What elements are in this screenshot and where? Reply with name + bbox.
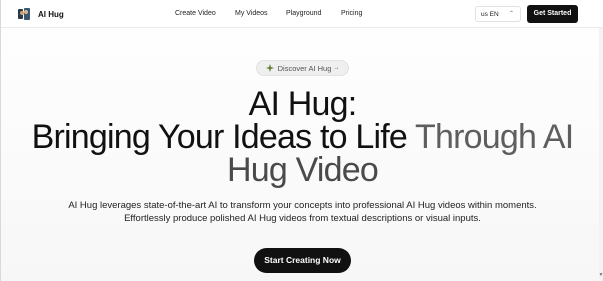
ai-hug-logo-icon <box>17 7 31 21</box>
hero-title-line-1: AI Hug: <box>248 85 358 123</box>
discover-badge-label: Discover AI Hug <box>277 63 332 73</box>
language-selector[interactable]: us EN ⌃ <box>475 6 521 22</box>
language-label: us EN <box>481 11 499 18</box>
scroll-down-icon[interactable]: ▼ <box>598 272 603 281</box>
hero-description-line-1: AI Hug leverages state-of-the-art AI to … <box>68 200 537 211</box>
start-creating-button[interactable]: Start Creating Now <box>254 248 351 273</box>
hero-description-line-2: Effortlessly produce polished AI Hug vid… <box>124 213 481 224</box>
get-started-button[interactable]: Get Started <box>527 5 578 23</box>
sparkle-icon <box>265 64 274 72</box>
hero-title-grey-part: Through AI <box>415 118 574 156</box>
hero-title-line-2: Bringing Your Ideas to Life Through AI <box>1 119 603 155</box>
arrow-right-icon: → <box>333 65 340 71</box>
chevron-updown-icon: ⌃ <box>508 11 514 17</box>
brand-logo[interactable]: AI Hug <box>17 7 64 21</box>
nav-my-videos[interactable]: My Videos <box>235 10 268 17</box>
page: AI Hug Create Video My Videos Playground… <box>0 0 603 281</box>
discover-badge[interactable]: Discover AI Hug → <box>256 60 349 76</box>
brand-name: AI Hug <box>38 9 64 19</box>
top-navbar: AI Hug Create Video My Videos Playground… <box>1 0 603 28</box>
nav-playground[interactable]: Playground <box>286 10 321 17</box>
hero-title-line-3: Hug Video <box>227 151 379 189</box>
nav-pricing[interactable]: Pricing <box>341 10 362 17</box>
nav-create-video[interactable]: Create Video <box>175 10 216 17</box>
page-scrollbar[interactable] <box>599 28 603 281</box>
